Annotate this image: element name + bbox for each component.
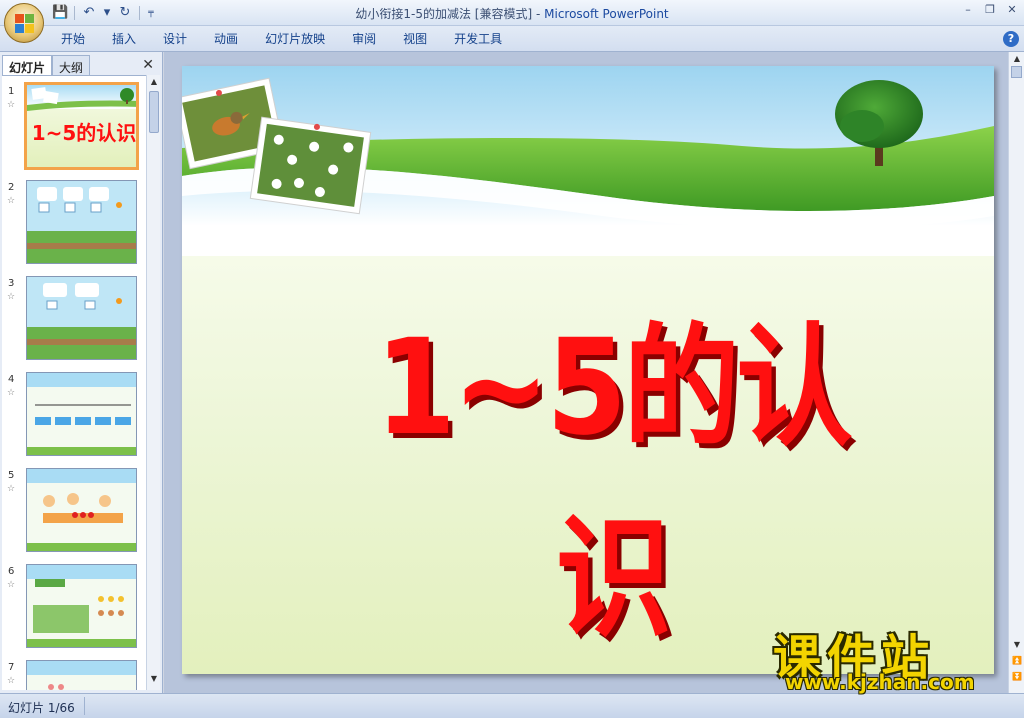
ribbon-tabs: 开始 插入 设计 动画 幻灯片放映 审阅 视图 开发工具: [50, 31, 518, 47]
scroll-down-icon[interactable]: ▼: [147, 674, 161, 688]
scrollbar-thumb[interactable]: [1011, 66, 1022, 78]
tab-review[interactable]: 审阅: [341, 31, 392, 47]
previous-slide-icon[interactable]: ⏫: [1009, 656, 1024, 665]
thumbnail-title: 1~5的认识: [32, 121, 137, 145]
star-icon: ☆: [7, 484, 16, 494]
thumbnail-1-art: 1~5的认识: [27, 85, 137, 167]
slide-thumbnail[interactable]: [26, 180, 137, 264]
help-icon[interactable]: ?: [1003, 31, 1019, 47]
tab-slides[interactable]: 幻灯片: [2, 55, 53, 75]
tab-outline[interactable]: 大纲: [52, 55, 91, 75]
slide-number: 4: [8, 374, 15, 385]
slide-thumbnail[interactable]: [26, 276, 137, 360]
thumbnail-row[interactable]: 7 ☆: [2, 660, 146, 690]
pane-close-icon[interactable]: ✕: [142, 57, 154, 73]
thumbnail-row[interactable]: 3 ☆: [2, 276, 146, 366]
thumbnail-3-art: [27, 277, 136, 359]
status-bar: 幻灯片 1/66: [0, 693, 1024, 718]
thumbnail-row[interactable]: 2 ☆: [2, 180, 146, 270]
star-icon: ☆: [7, 100, 16, 110]
ribbon: 开始 插入 设计 动画 幻灯片放映 审阅 视图 开发工具 ?: [0, 26, 1024, 52]
scroll-up-icon[interactable]: ▲: [1009, 54, 1024, 63]
star-icon: ☆: [7, 388, 16, 398]
slide-thumbnails: 1 ☆ 1~5的认识 2 ☆ 3 ☆ 4 ☆ 5 ☆ 6 ☆ 7 ☆: [2, 75, 146, 690]
star-icon: ☆: [7, 292, 16, 302]
scrollbar-thumb[interactable]: [149, 91, 159, 133]
tab-insert[interactable]: 插入: [101, 31, 152, 47]
flower-photo: [249, 116, 372, 215]
thumbnail-scrollbar[interactable]: ▲ ▼: [146, 75, 160, 690]
thumbnail-row[interactable]: 5 ☆: [2, 468, 146, 558]
thumbnail-5-art: [27, 469, 136, 551]
scroll-down-icon[interactable]: ▼: [1009, 640, 1024, 649]
title-bar: 💾 ↶ ▾ ↻ ╤ 幼小衔接1-5的加减法 [兼容模式] - Microsoft…: [0, 0, 1024, 26]
tab-design[interactable]: 设计: [152, 31, 203, 47]
slide-indicator: 幻灯片 1/66: [8, 701, 75, 715]
window-title: 幼小衔接1-5的加减法 [兼容模式] - Microsoft PowerPoin…: [0, 5, 1024, 22]
slide-number: 2: [8, 182, 15, 193]
slide-number: 6: [8, 566, 15, 577]
slide-thumbnail[interactable]: [26, 564, 137, 648]
star-icon: ☆: [7, 580, 16, 590]
slide-number: 5: [8, 470, 15, 481]
scroll-up-icon[interactable]: ▲: [147, 77, 161, 91]
next-slide-icon[interactable]: ⏬: [1009, 672, 1024, 681]
slide-thumbnail[interactable]: [26, 468, 137, 552]
tab-view[interactable]: 视图: [392, 31, 443, 47]
watermark: 课件站 www.kjzhan.com: [773, 618, 1009, 694]
office-button[interactable]: [4, 3, 44, 43]
tab-developer[interactable]: 开发工具: [443, 31, 518, 47]
title-separator: -: [532, 7, 545, 21]
tab-animations[interactable]: 动画: [203, 31, 254, 47]
tab-slideshow[interactable]: 幻灯片放映: [254, 31, 341, 47]
thumbnail-6-art: [27, 565, 136, 647]
minimize-button[interactable]: –: [962, 3, 974, 16]
slide-title[interactable]: 1~5的认识: [330, 281, 893, 663]
close-button[interactable]: ✕: [1006, 3, 1018, 16]
thumbnail-2-art: [27, 181, 136, 263]
document-name: 幼小衔接1-5的加减法 [兼容模式]: [355, 7, 533, 21]
window-controls: – ❐ ✕: [962, 3, 1018, 16]
star-icon: ☆: [7, 196, 16, 206]
office-logo-icon: [15, 14, 35, 34]
slide-thumbnail[interactable]: [26, 372, 137, 456]
thumbnail-4-art: [27, 373, 136, 455]
app-name: Microsoft PowerPoint: [544, 7, 669, 21]
slide-editor: 1~5的认识 ▲ ▼ ⏫ ⏬: [164, 52, 1024, 693]
pane-tabs: 幻灯片 大纲 ✕: [2, 55, 160, 75]
thumbnail-row[interactable]: 4 ☆: [2, 372, 146, 462]
thumbnail-7-art: [27, 661, 136, 690]
slide-number: 1: [8, 86, 15, 97]
slide-thumbnail[interactable]: 1~5的认识: [24, 82, 139, 170]
status-separator: [84, 697, 85, 715]
thumbnail-row[interactable]: 1 ☆ 1~5的认识: [2, 82, 146, 174]
slide-scrollbar[interactable]: ▲ ▼ ⏫ ⏬: [1008, 52, 1024, 693]
current-slide[interactable]: 1~5的认识: [182, 66, 994, 674]
slide-thumbnail[interactable]: [26, 660, 137, 690]
star-icon: ☆: [7, 676, 16, 686]
slide-number: 3: [8, 278, 15, 289]
slides-pane: 幻灯片 大纲 ✕ 1 ☆ 1~5的认识 2 ☆ 3 ☆ 4 ☆ 5 ☆ 6 ☆ …: [0, 52, 163, 693]
thumbnail-row[interactable]: 6 ☆: [2, 564, 146, 654]
restore-button[interactable]: ❐: [984, 3, 996, 16]
slide-number: 7: [8, 662, 15, 673]
watermark-url: www.kjzhan.com: [785, 670, 975, 694]
tab-home[interactable]: 开始: [50, 31, 101, 47]
